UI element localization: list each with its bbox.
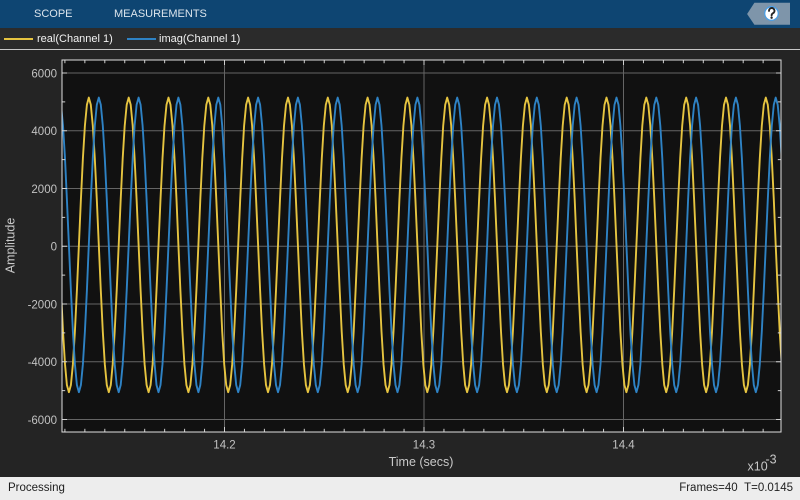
svg-text:Amplitude: Amplitude <box>4 218 18 274</box>
svg-text:4000: 4000 <box>31 126 57 138</box>
svg-text:2000: 2000 <box>31 184 57 196</box>
svg-text:-2000: -2000 <box>28 299 57 311</box>
svg-text:14.4: 14.4 <box>612 439 635 451</box>
svg-text:6000: 6000 <box>31 68 57 80</box>
svg-text:0: 0 <box>51 242 57 254</box>
svg-text:14.2: 14.2 <box>213 439 235 451</box>
svg-text:Time (secs): Time (secs) <box>389 455 454 469</box>
svg-text:-6000: -6000 <box>28 415 57 427</box>
svg-text:-4000: -4000 <box>28 357 57 369</box>
svg-text:14.3: 14.3 <box>413 439 435 451</box>
svg-text:-3: -3 <box>766 453 777 467</box>
